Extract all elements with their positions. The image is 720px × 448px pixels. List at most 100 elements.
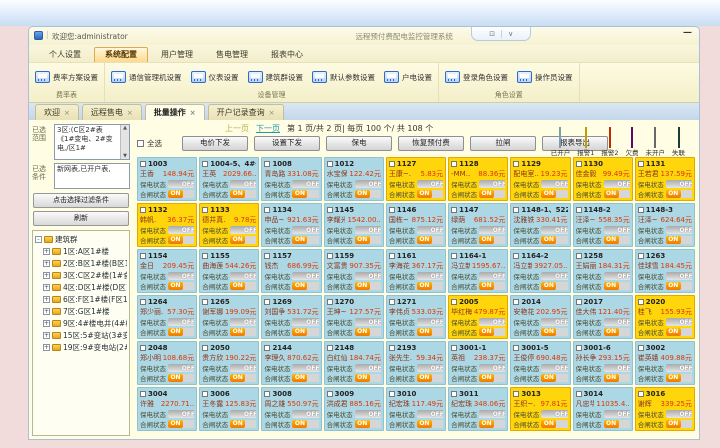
card-checkbox[interactable] [264,253,270,259]
ribbon-tab[interactable]: 售电管理 [206,48,258,62]
protect-toggle[interactable]: OFF [541,318,567,326]
switch-toggle[interactable]: ON [355,328,381,336]
meter-card[interactable]: 1263佳球雪.184.45元保电状态OFF合闸状态ON [635,249,695,293]
protect-toggle[interactable]: OFF [541,364,567,372]
switch-toggle[interactable]: ON [604,374,630,382]
card-checkbox[interactable] [327,299,333,305]
expand-icon[interactable]: + [43,248,50,255]
expand-icon[interactable]: + [43,308,50,315]
document-tab[interactable]: 批量操作× [145,104,205,121]
meter-card[interactable]: 1129配电室..19.23元保电状态OFF合闸状态ON [510,157,570,201]
ribbon-button[interactable]: 操作员设置 [517,71,573,83]
switch-toggle[interactable]: ON [417,374,443,382]
switch-toggle[interactable]: ON [292,328,318,336]
tree-item[interactable]: +4区:D区1#楼(D区1楼 [35,281,127,293]
switch-toggle[interactable]: ON [666,190,692,198]
card-checkbox[interactable] [389,253,395,259]
protect-toggle[interactable]: OFF [604,226,630,234]
ribbon-button[interactable]: 费率方案设置 [35,71,98,83]
choose-filter-button[interactable]: 点击选择过滤条件 [33,193,129,208]
meter-card[interactable]: 3016谢辉339.25元保电状态OFF合闸状态ON [635,387,695,431]
switch-toggle[interactable]: ON [666,420,692,428]
card-checkbox[interactable] [264,391,270,397]
switch-toggle[interactable]: ON [230,328,256,336]
meter-card[interactable]: 1148-2汪泽~.558.35元保电状态OFF合闸状态ON [573,203,633,247]
protect-toggle[interactable]: OFF [479,180,505,188]
meter-card[interactable]: 3009洪成君885.16元保电状态OFF合闸状态ON [324,387,384,431]
quick-access-notch[interactable]: ⊡ ∨ [471,27,531,41]
meter-card[interactable]: 3010纪宏珠.117.49元保电状态OFF合闸状态ON [386,387,446,431]
action-button[interactable]: 电价下发 [182,136,248,151]
close-icon[interactable]: × [269,109,275,117]
card-checkbox[interactable] [451,161,457,167]
card-checkbox[interactable] [638,161,644,167]
expand-icon[interactable]: + [43,344,50,351]
collapse-icon[interactable]: - [35,236,42,243]
meter-card[interactable]: 3006王冬露125.83元保电状态OFF合闸状态ON [199,387,259,431]
action-button[interactable]: 拉闸 [470,136,536,151]
protect-toggle[interactable]: OFF [479,410,505,418]
meter-card[interactable]: 1012水宝保..122.42元保电状态OFF合闸状态ON [324,157,384,201]
protect-toggle[interactable]: OFF [417,410,443,418]
protect-toggle[interactable]: OFF [417,272,443,280]
selected-condition-box[interactable]: 新网表,已开户表, [54,163,130,189]
switch-toggle[interactable]: ON [230,282,256,290]
switch-toggle[interactable]: ON [666,282,692,290]
protect-toggle[interactable]: OFF [230,180,256,188]
meter-card[interactable]: 1265谢军娜199.09元保电状态OFF合闸状态ON [199,295,259,339]
meter-card[interactable]: 2144李理久870.62元保电状态OFF合闸状态ON [261,341,321,385]
card-checkbox[interactable] [513,253,519,259]
meter-card[interactable]: 1145李耀光.1542.00..保电状态OFF合闸状态ON [324,203,384,247]
meter-card[interactable]: 1148-3汪泽~.624.64元保电状态OFF合闸状态ON [635,203,695,247]
switch-toggle[interactable]: ON [604,420,630,428]
card-checkbox[interactable] [202,299,208,305]
tree-item[interactable]: +7区:G区1#楼 [35,305,127,317]
prev-page-link[interactable]: 上一页 [225,123,249,134]
switch-toggle[interactable]: ON [230,374,256,382]
meter-card[interactable]: 2050贵方欣190.22元保电状态OFF合闸状态ON [199,341,259,385]
meter-card[interactable]: 1134申品~.921.63元保电状态OFF合闸状态ON [261,203,321,247]
switch-toggle[interactable]: ON [541,190,567,198]
protect-toggle[interactable]: OFF [666,226,692,234]
protect-toggle[interactable]: OFF [168,226,194,234]
switch-toggle[interactable]: ON [604,282,630,290]
card-checkbox[interactable] [638,253,644,259]
meter-card[interactable]: 1133德井真.9.78元保电状态OFF合闸状态ON [199,203,259,247]
card-checkbox[interactable] [140,207,146,213]
card-checkbox[interactable] [140,345,146,351]
protect-toggle[interactable]: OFF [230,272,256,280]
switch-toggle[interactable]: ON [666,328,692,336]
meter-card[interactable]: 1132韩帆.36.37元保电状态OFF合闸状态ON [137,203,197,247]
protect-toggle[interactable]: OFF [355,364,381,372]
meter-card[interactable]: 1127王康~.5.83元保电状态OFF合闸状态ON [386,157,446,201]
switch-toggle[interactable]: ON [292,282,318,290]
ribbon-button[interactable]: 通信管理机设置 [111,71,182,83]
switch-toggle[interactable]: ON [230,236,256,244]
card-checkbox[interactable] [327,207,333,213]
protect-toggle[interactable]: OFF [168,364,194,372]
meter-card[interactable]: 1147绿荫681.52元保电状态OFF合闸状态ON [448,203,508,247]
switch-toggle[interactable]: ON [417,190,443,198]
switch-toggle[interactable]: ON [541,236,567,244]
select-all[interactable]: 全选 [137,138,162,149]
card-checkbox[interactable] [389,161,395,167]
card-checkbox[interactable] [638,299,644,305]
meter-card[interactable]: 3011纪宏珠348.06元保电状态OFF合闸状态ON [448,387,508,431]
protect-toggle[interactable]: OFF [230,318,256,326]
protect-toggle[interactable]: OFF [479,272,505,280]
switch-toggle[interactable]: ON [541,328,567,336]
tree-item[interactable]: +15区:5#变站(3#变电 [35,329,127,341]
protect-toggle[interactable]: OFF [292,410,318,418]
protect-toggle[interactable]: OFF [355,318,381,326]
scroll-up-icon[interactable]: ▲ [123,125,127,131]
protect-toggle[interactable]: OFF [168,272,194,280]
protect-toggle[interactable]: OFF [355,272,381,280]
meter-card[interactable]: 1264郑少丽.57.30元保电状态OFF合闸状态ON [137,295,197,339]
switch-toggle[interactable]: ON [168,282,194,290]
card-checkbox[interactable] [451,391,457,397]
switch-toggle[interactable]: ON [168,236,194,244]
card-checkbox[interactable] [451,253,457,259]
protect-toggle[interactable]: OFF [168,318,194,326]
tree-item[interactable]: +1区:A区1#楼 [35,245,127,257]
expand-icon[interactable]: + [43,320,50,327]
